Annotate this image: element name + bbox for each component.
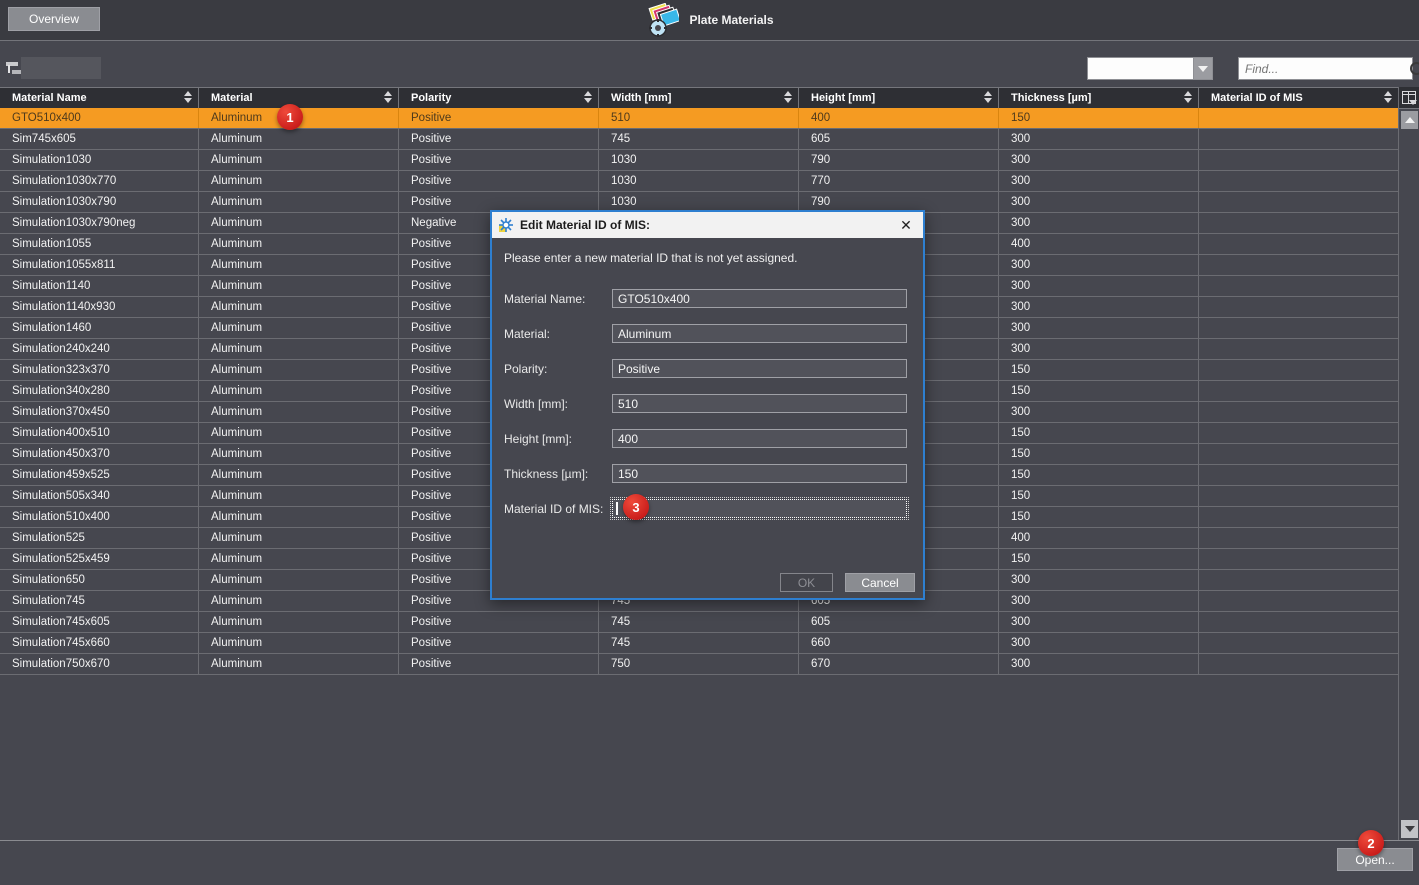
- column-header[interactable]: Width [mm]: [599, 88, 799, 108]
- column-header[interactable]: Material: [199, 88, 399, 108]
- step-badge-3: 3: [623, 494, 649, 520]
- column-header[interactable]: Material ID of MIS: [1199, 88, 1398, 108]
- scroll-down-button[interactable]: [1401, 820, 1418, 838]
- column-header[interactable]: Polarity: [399, 88, 599, 108]
- field-thickness: Thickness [µm]:: [504, 464, 914, 484]
- quick-filter-box[interactable]: [21, 57, 101, 79]
- field-material-name: Material Name:: [504, 289, 914, 309]
- step-badge-2: 2: [1358, 830, 1384, 856]
- cancel-button[interactable]: Cancel: [845, 573, 915, 592]
- plate-materials-icon: [645, 3, 679, 37]
- find-input[interactable]: [1239, 62, 1408, 76]
- sort-icon: [984, 91, 992, 103]
- edit-material-id-dialog: Edit Material ID of MIS: ✕ Please enter …: [490, 210, 925, 600]
- ok-button[interactable]: OK: [780, 573, 833, 592]
- chevron-down-icon[interactable]: [1193, 58, 1212, 79]
- scroll-up-button[interactable]: [1401, 111, 1418, 129]
- sort-icon: [784, 91, 792, 103]
- find-box: [1238, 57, 1413, 80]
- sort-icon: [1184, 91, 1192, 103]
- field-material: Material:: [504, 324, 914, 344]
- column-chooser-icon[interactable]: [1399, 87, 1419, 109]
- table-row[interactable]: Simulation1030 Aluminum Positive 1030 79…: [0, 150, 1398, 171]
- field-height: Height [mm]:: [504, 429, 914, 449]
- hierarchy-icon[interactable]: [6, 62, 22, 76]
- polarity-input[interactable]: [612, 359, 907, 378]
- top-title-bar: Overview Plate Materials: [0, 0, 1419, 41]
- field-width: Width [mm]:: [504, 394, 914, 414]
- dialog-message: Please enter a new material ID that is n…: [504, 251, 798, 265]
- field-material-id-of-mis: Material ID of MIS:: [504, 499, 914, 519]
- material-input[interactable]: [612, 324, 907, 343]
- vertical-scrollbar[interactable]: [1398, 87, 1419, 840]
- table-row[interactable]: GTO510x400 Aluminum Positive 510 400 150: [0, 108, 1398, 129]
- table-row[interactable]: Simulation750x670 Aluminum Positive 750 …: [0, 654, 1398, 675]
- plate-materials-window: Overview Plate Materials: [0, 0, 1419, 885]
- sort-icon: [584, 91, 592, 103]
- width-input[interactable]: [612, 394, 907, 413]
- field-polarity: Polarity:: [504, 359, 914, 379]
- dialog-title-bar: Edit Material ID of MIS: ✕: [492, 212, 923, 238]
- column-header[interactable]: Height [mm]: [799, 88, 999, 108]
- filter-dropdown-value: [1088, 58, 1193, 79]
- overview-button[interactable]: Overview: [8, 7, 100, 31]
- thickness-input[interactable]: [612, 464, 907, 483]
- table-row[interactable]: Sim745x605 Aluminum Positive 745 605 300: [0, 129, 1398, 150]
- close-icon[interactable]: ✕: [895, 215, 917, 235]
- material-id-of-mis-input[interactable]: [612, 499, 907, 518]
- material-name-input[interactable]: [612, 289, 907, 308]
- text-cursor: [616, 502, 618, 515]
- filter-dropdown[interactable]: [1087, 57, 1213, 80]
- page-title: Plate Materials: [689, 13, 773, 27]
- table-header: Material Name Material Polarity Width [m…: [0, 87, 1398, 109]
- search-icon[interactable]: [1408, 61, 1412, 77]
- column-header[interactable]: Material Name: [0, 88, 199, 108]
- sort-icon: [1384, 91, 1392, 103]
- step-badge-1: 1: [277, 104, 303, 130]
- sort-icon: [184, 91, 192, 103]
- table-row[interactable]: Simulation1030x770 Aluminum Positive 103…: [0, 171, 1398, 192]
- table-row[interactable]: Simulation745x605 Aluminum Positive 745 …: [0, 612, 1398, 633]
- dialog-title: Edit Material ID of MIS:: [520, 218, 889, 232]
- column-header[interactable]: Thickness [µm]: [999, 88, 1199, 108]
- sort-icon: [384, 91, 392, 103]
- dialog-gear-icon: [498, 217, 514, 233]
- table-bottom-divider: [0, 840, 1419, 841]
- table-row[interactable]: Simulation745x660 Aluminum Positive 745 …: [0, 633, 1398, 654]
- height-input[interactable]: [612, 429, 907, 448]
